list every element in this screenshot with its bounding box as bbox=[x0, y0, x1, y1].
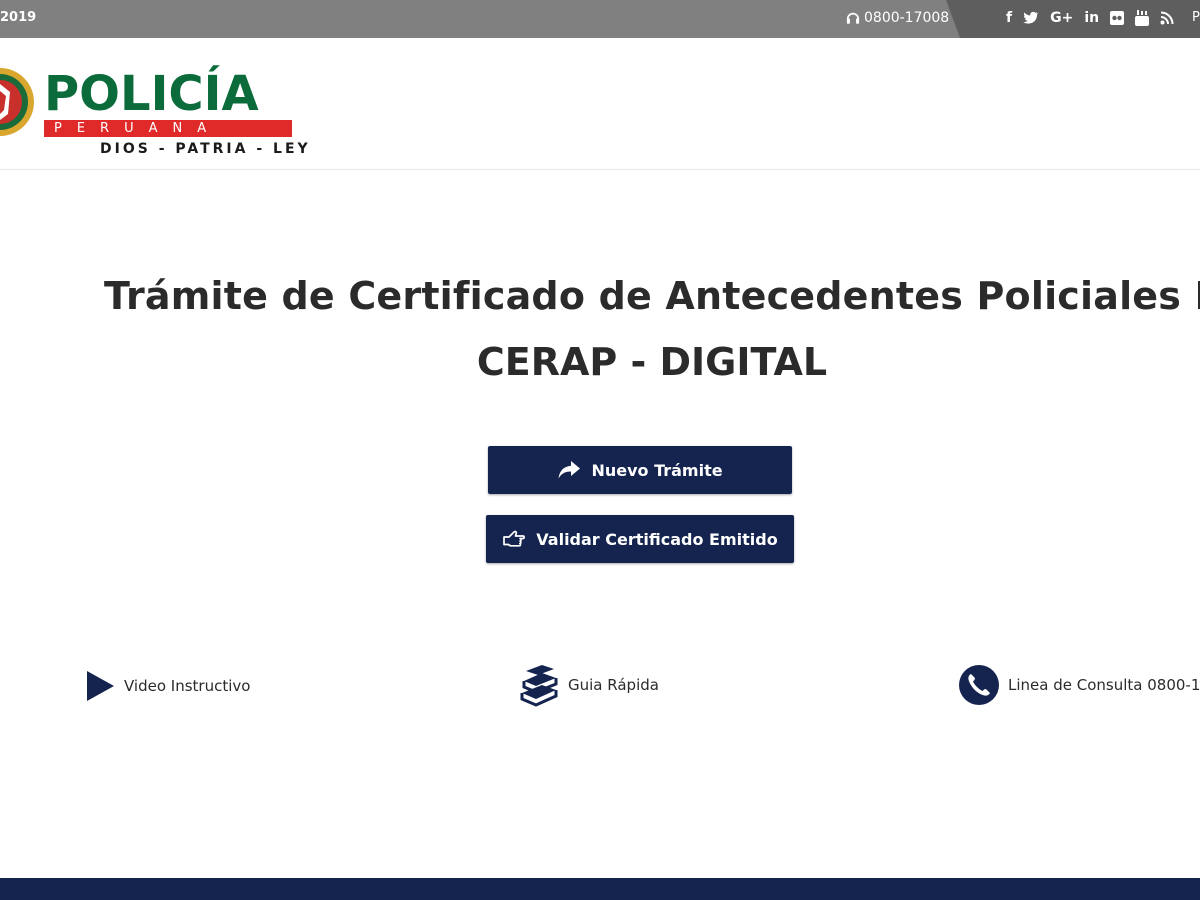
twitter-icon[interactable] bbox=[1023, 11, 1039, 25]
topbar-phone-number: 0800-17008 bbox=[864, 10, 950, 26]
linkedin-icon[interactable]: in bbox=[1084, 9, 1099, 27]
brand-subtitle: PERUANA bbox=[44, 120, 292, 137]
validate-certificate-label: Validar Certificado Emitido bbox=[536, 529, 778, 549]
video-tutorial-link[interactable]: Video Instructivo bbox=[86, 670, 250, 702]
google-plus-icon[interactable]: G+ bbox=[1050, 9, 1073, 27]
topbar-cut-text: P bbox=[1192, 10, 1200, 25]
share-arrow-icon bbox=[558, 461, 581, 479]
phone-icon bbox=[959, 665, 999, 705]
hand-pointer-icon bbox=[503, 530, 526, 547]
quick-guide-link[interactable]: Guia Rápida bbox=[518, 663, 659, 707]
topbar-year: 2019 bbox=[0, 10, 37, 25]
top-bar: 2019 0800-17008 f G+ in P bbox=[0, 0, 1200, 38]
brand-logo[interactable]: POLICÍA PERUANA DIOS - PATRIA - LEY bbox=[44, 66, 311, 157]
page-title: Trámite de Certificado de Antecedentes P… bbox=[104, 274, 1200, 318]
youtube-icon[interactable] bbox=[1135, 10, 1150, 26]
page: 2019 0800-17008 f G+ in P POLICÍA PERUAN… bbox=[0, 0, 1200, 900]
page-subtitle: CERAP - DIGITAL bbox=[476, 340, 828, 384]
validate-certificate-button[interactable]: Validar Certificado Emitido bbox=[486, 515, 794, 563]
police-seal-logo bbox=[0, 68, 34, 136]
topbar-phone[interactable]: 0800-17008 bbox=[846, 10, 949, 26]
video-tutorial-label: Video Instructivo bbox=[124, 677, 251, 695]
brand-motto: DIOS - PATRIA - LEY bbox=[100, 141, 311, 157]
consultation-line-label: Linea de Consulta 0800-17 bbox=[1008, 676, 1200, 694]
flickr-icon[interactable] bbox=[1110, 11, 1125, 25]
brand-name: POLICÍA bbox=[44, 66, 259, 122]
quick-guide-label: Guia Rápida bbox=[568, 676, 659, 694]
headset-icon bbox=[846, 12, 860, 24]
rss-icon[interactable] bbox=[1160, 11, 1174, 25]
consultation-line-link[interactable]: Linea de Consulta 0800-17 bbox=[958, 664, 1200, 706]
new-procedure-label: Nuevo Trámite bbox=[591, 460, 723, 480]
footer-bar bbox=[0, 878, 1200, 900]
facebook-icon[interactable]: f bbox=[1006, 9, 1012, 27]
book-icon bbox=[520, 665, 558, 707]
play-icon bbox=[87, 671, 114, 701]
site-header: POLICÍA PERUANA DIOS - PATRIA - LEY bbox=[0, 38, 1200, 170]
new-procedure-button[interactable]: Nuevo Trámite bbox=[488, 446, 792, 494]
social-links: f G+ in bbox=[1006, 9, 1174, 27]
